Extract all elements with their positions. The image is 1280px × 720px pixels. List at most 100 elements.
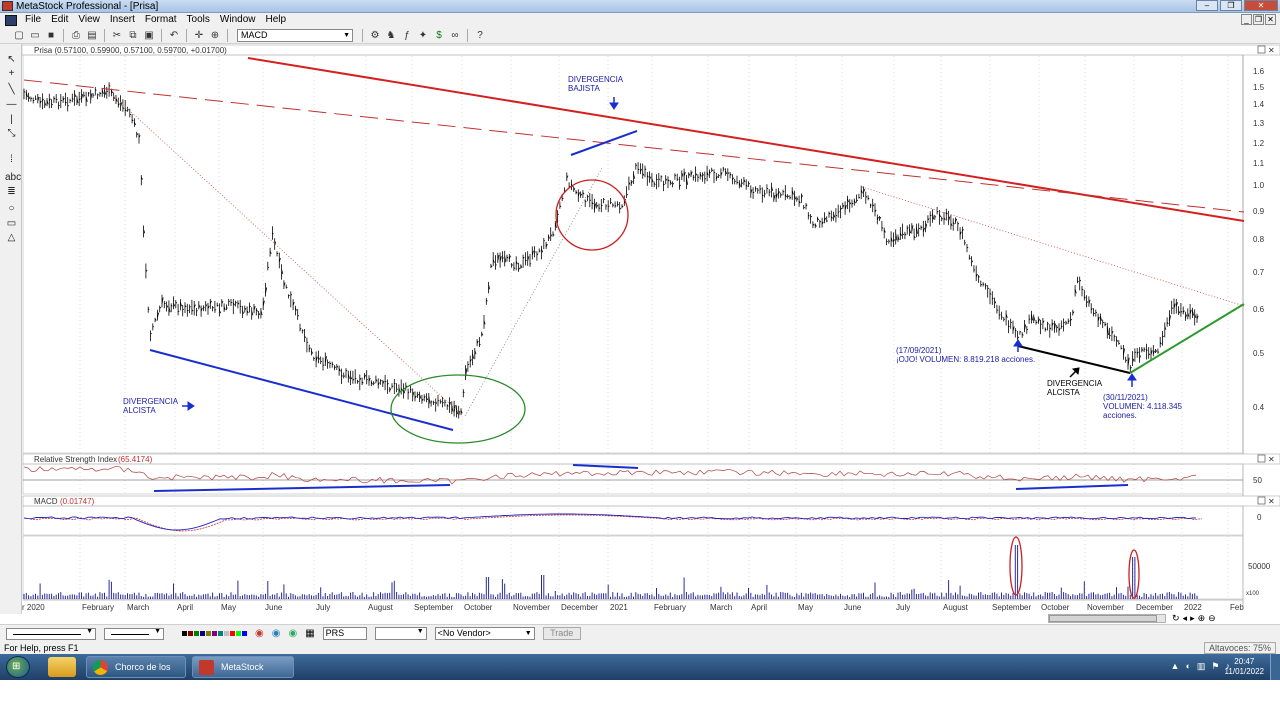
channel-icon[interactable]: ≣ (5, 186, 18, 198)
macd-pane-close-icon[interactable]: ✕ (1268, 497, 1275, 506)
price-bar-tick (177, 310, 180, 313)
scrollbar-thumb[interactable] (1049, 615, 1157, 622)
dollar-icon[interactable]: $ (432, 29, 446, 42)
price-bar-tick (598, 207, 601, 209)
scroll-right-icon[interactable]: ▸ (1190, 613, 1195, 624)
task-chrome[interactable]: Chorco de los lob... (86, 656, 186, 692)
color-icon[interactable]: ◉ (272, 628, 281, 639)
symbol-field[interactable]: PRS (322, 627, 367, 640)
color-icon[interactable]: ◉ (255, 628, 264, 639)
system-tester-icon[interactable]: ✦ (416, 29, 430, 42)
rsi-y-tick: 50 (1253, 476, 1262, 485)
zoom-icon[interactable]: ⊕ (208, 29, 222, 42)
menu-edit[interactable]: Edit (46, 13, 73, 27)
ellipse-icon[interactable]: ○ (5, 203, 18, 215)
rsi-pane-value: (65.4174) (118, 455, 153, 464)
tray-network-icon[interactable]: ▥ (1197, 661, 1206, 672)
cut-icon[interactable]: ✂ (110, 29, 124, 42)
restore-button[interactable]: ❐ (1220, 0, 1242, 11)
crosshair-icon[interactable]: ✛ (192, 29, 206, 42)
close-button[interactable]: ✕ (1244, 0, 1278, 11)
refresh-icon[interactable]: ↻ (1172, 613, 1180, 624)
menu-insert[interactable]: Insert (105, 13, 140, 27)
expert-icon[interactable]: ♞ (384, 29, 398, 42)
price-pane-close-icon[interactable]: ✕ (1268, 46, 1275, 55)
explorer-pin-icon[interactable] (48, 657, 76, 677)
line-style-select[interactable]: ▼ (6, 627, 96, 640)
show-desktop-button[interactable] (1270, 654, 1280, 680)
crosshair-tool-icon[interactable]: + (5, 68, 18, 80)
new-icon[interactable]: ▢ (12, 29, 26, 42)
menu-view[interactable]: View (73, 13, 105, 27)
binoculars-icon[interactable]: ∞ (448, 29, 462, 42)
status-help-text: For Help, press F1 (4, 643, 79, 653)
cycle-lines-icon[interactable]: ⁞ (5, 154, 18, 166)
chevron-down-icon: ▼ (343, 31, 350, 39)
explorer-icon[interactable]: ⚙ (368, 29, 382, 42)
security-select[interactable]: ▼ (374, 627, 427, 640)
rsi-pane-close-icon[interactable]: ✕ (1268, 455, 1275, 464)
minimize-button[interactable]: – (1196, 0, 1218, 11)
metastock-app-icon (2, 1, 13, 11)
macd-pane-header-bar (22, 495, 1280, 507)
document-icon[interactable] (5, 14, 17, 26)
rectangle-icon[interactable]: ▭ (5, 218, 18, 230)
x-axis-label: r 2020 (22, 603, 45, 612)
undo-icon[interactable]: ↶ (167, 29, 181, 42)
paste-icon[interactable]: ▣ (142, 29, 156, 42)
horizontal-scrollbar[interactable] (1048, 614, 1166, 623)
menu-file[interactable]: File (20, 13, 46, 27)
doc-minimize-button[interactable]: _ (1241, 14, 1252, 25)
annotation-nov-unit: acciones. (1103, 411, 1137, 420)
menu-format[interactable]: Format (140, 13, 182, 27)
doc-restore-button[interactable]: ❐ (1253, 14, 1264, 25)
pointer-icon[interactable]: ↖ (5, 54, 18, 66)
annotation-divergencia-alcista-2: ALCISTA (123, 406, 156, 415)
menu-tools[interactable]: Tools (182, 13, 215, 27)
tray-flag-icon[interactable]: ⚑ (1211, 661, 1219, 672)
triangle-icon[interactable]: △ (5, 232, 18, 244)
chart-window[interactable]: Prisa (0.57100, 0.59900, 0.57100, 0.5970… (22, 44, 1280, 614)
vendor-select[interactable]: <No Vendor> ▼ (434, 627, 535, 640)
color-icon[interactable]: ◉ (288, 628, 297, 639)
grid-icon[interactable]: ▦ (305, 628, 314, 639)
line-weight-select[interactable]: ▼ (104, 627, 164, 640)
tray-app-icon[interactable]: ◐ (1185, 661, 1190, 672)
x-axis-label: September (992, 603, 1031, 612)
chart-canvas[interactable]: Prisa (0.57100, 0.59900, 0.57100, 0.5970… (22, 44, 1280, 614)
open-icon[interactable]: ▭ (28, 29, 42, 42)
trade-button[interactable]: Trade (542, 627, 581, 640)
trendline-icon[interactable]: ╲ (5, 84, 18, 96)
tray-expand-icon[interactable]: ▲ (1171, 661, 1180, 672)
x-axis-label: October (1041, 603, 1070, 612)
help-icon[interactable]: ? (473, 29, 487, 42)
menu-window[interactable]: Window (215, 13, 261, 27)
text-tool-icon[interactable]: abc (5, 172, 21, 184)
horizontal-line-icon[interactable]: — (5, 99, 18, 111)
price-bar-tick (1015, 330, 1017, 332)
start-button[interactable]: ⊞ (6, 656, 30, 678)
save-icon[interactable]: ■ (44, 29, 58, 42)
doc-close-button[interactable]: ✕ (1265, 14, 1276, 25)
vertical-line-icon[interactable]: | (5, 114, 18, 126)
formula-icon[interactable]: ƒ (400, 29, 414, 42)
price-bar-tick (51, 104, 53, 106)
color-palette[interactable] (182, 631, 247, 636)
fibonacci-icon[interactable]: ⤡ (5, 128, 18, 140)
menu-help[interactable]: Help (260, 13, 291, 27)
print-icon[interactable]: ⎙ (69, 29, 83, 42)
annotation-divergencia-alcista: DIVERGENCIA (123, 397, 179, 406)
indicator-select[interactable]: MACD ▼ (237, 28, 353, 42)
task-metastock[interactable]: MetaStock Profes... (192, 656, 294, 692)
window-title: MetaStock Professional - [Prisa] (16, 1, 159, 12)
rsi-pane-header-bar (22, 453, 1280, 465)
copy-icon[interactable]: ⧉ (126, 29, 140, 42)
taskbar-clock[interactable]: 20:47 11/01/2022 (1225, 657, 1264, 677)
price-bar-tick (444, 401, 447, 403)
x-axis-label: November (513, 603, 550, 612)
zoom-out-icon[interactable]: ⊖ (1208, 613, 1216, 624)
zoom-in-icon[interactable]: ⊕ (1198, 613, 1206, 624)
x-axis-label: July (316, 603, 330, 612)
scroll-left-icon[interactable]: ◂ (1183, 613, 1188, 624)
print-preview-icon[interactable]: ▤ (85, 29, 99, 42)
